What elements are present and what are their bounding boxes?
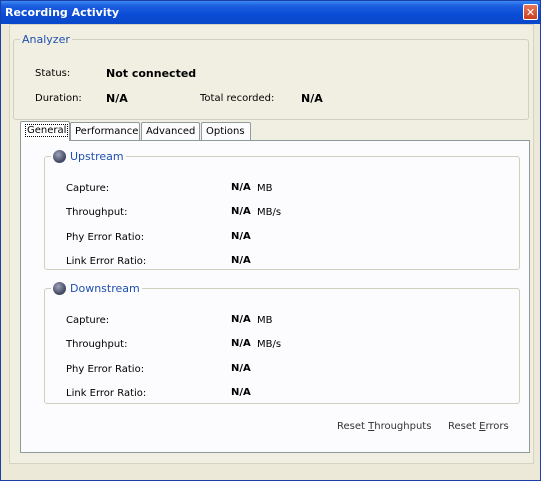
reset-errors-text-b: rrors [485, 421, 509, 432]
reset-throughputs-link[interactable]: Reset Throughputs [337, 421, 431, 432]
upstream-group: Upstream Capture: N/A MB Throughput: N/A… [44, 150, 520, 270]
title-bar[interactable]: Recording Activity ✕ [1, 1, 540, 24]
status-value: Not connected [106, 67, 197, 80]
close-button[interactable]: ✕ [523, 4, 538, 20]
close-icon: ✕ [525, 6, 536, 19]
upstream-throughput-label: Throughput: [66, 207, 128, 218]
upstream-throughput-unit: MB/s [257, 207, 282, 218]
tab-options[interactable]: Options [201, 122, 251, 140]
downstream-link-error-value: N/A [231, 387, 251, 398]
reset-errors-link[interactable]: Reset Errors [448, 421, 509, 432]
downstream-throughput-value: N/A [231, 338, 251, 349]
upstream-link-error-label: Link Error Ratio: [66, 256, 147, 267]
tab-advanced[interactable]: Advanced [141, 122, 200, 140]
downstream-capture-unit: MB [257, 315, 273, 326]
upstream-ball-icon [53, 150, 66, 163]
analyzer-group: Analyzer Status: Not connected Duration:… [13, 33, 529, 120]
upstream-phy-error-value: N/A [231, 231, 251, 242]
duration-value: N/A [106, 92, 128, 105]
reset-errors-text-a: Reset [448, 421, 480, 432]
downstream-phy-error-label: Phy Error Ratio: [66, 364, 145, 375]
reset-throughputs-text-b: hroughputs [374, 421, 432, 432]
general-tab-panel: Upstream Capture: N/A MB Throughput: N/A… [20, 140, 530, 453]
downstream-capture-label: Capture: [66, 315, 110, 326]
duration-label: Duration: [35, 93, 82, 104]
tab-general-label: General [25, 124, 69, 137]
reset-throughputs-text-a: Reset [337, 421, 369, 432]
tab-advanced-label: Advanced [146, 126, 196, 137]
upstream-phy-error-label: Phy Error Ratio: [66, 232, 145, 243]
tab-performance-label: Performance [75, 126, 139, 137]
tab-performance[interactable]: Performance [70, 122, 140, 140]
upstream-capture-unit: MB [257, 183, 273, 194]
downstream-ball-icon [53, 282, 66, 295]
tab-general[interactable]: General [20, 121, 70, 141]
total-recorded-value: N/A [301, 92, 323, 105]
upstream-throughput-value: N/A [231, 206, 251, 217]
total-recorded-label: Total recorded: [200, 93, 275, 104]
dialog-body: Analyzer Status: Not connected Duration:… [9, 24, 534, 464]
downstream-legend: Downstream [51, 282, 142, 295]
downstream-group: Downstream Capture: N/A MB Throughput: N… [44, 282, 520, 404]
upstream-capture-label: Capture: [66, 183, 110, 194]
upstream-link-error-value: N/A [231, 255, 251, 266]
tab-options-label: Options [206, 126, 245, 137]
upstream-capture-value: N/A [231, 182, 251, 193]
downstream-capture-value: N/A [231, 314, 251, 325]
recording-activity-window: Recording Activity ✕ Analyzer Status: No… [0, 0, 541, 481]
downstream-legend-label: Downstream [70, 282, 140, 295]
upstream-legend: Upstream [51, 150, 126, 163]
window-title: Recording Activity [5, 6, 120, 19]
analyzer-legend: Analyzer [22, 33, 70, 46]
status-label: Status: [35, 68, 71, 79]
upstream-legend-label: Upstream [70, 150, 124, 163]
downstream-throughput-label: Throughput: [66, 339, 128, 350]
downstream-link-error-label: Link Error Ratio: [66, 388, 147, 399]
downstream-throughput-unit: MB/s [257, 339, 282, 350]
downstream-phy-error-value: N/A [231, 363, 251, 374]
